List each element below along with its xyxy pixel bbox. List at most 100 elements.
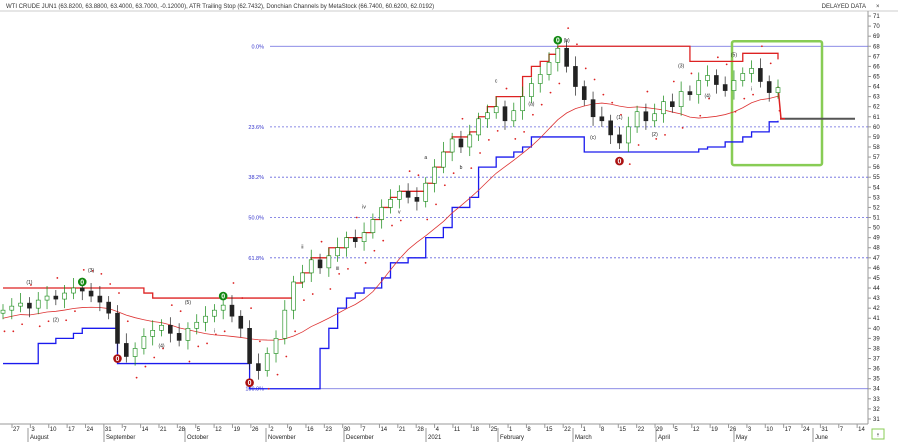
candle-body — [573, 66, 578, 87]
y-tick-label: 55 — [873, 175, 880, 181]
x-tick-label: 25 — [491, 427, 498, 433]
chart-root: WTI CRUDE JUN1 (63.8200, 63.8800, 63.400… — [0, 0, 898, 442]
month-label: June — [815, 435, 829, 441]
atr-stop-dot — [82, 268, 85, 271]
atr-stop-dot — [188, 360, 191, 363]
atr-stop-dot — [399, 219, 402, 222]
candle-body — [432, 166, 437, 184]
atr-stop-dot — [294, 330, 297, 333]
candle-body — [203, 315, 208, 323]
y-tick-label: 65 — [873, 74, 880, 80]
wave-count-label: i — [751, 87, 752, 93]
zero-marker-label: 0 — [618, 159, 622, 166]
atr-stop-dot — [760, 45, 763, 48]
atr-stop-dot — [540, 103, 543, 106]
atr-stop-dot — [206, 342, 208, 345]
atr-stop-dot — [752, 93, 754, 96]
candle-body — [775, 87, 781, 93]
wave-count-label: (a) — [528, 102, 534, 108]
y-tick-label: 69 — [873, 34, 880, 40]
y-tick-label: 60 — [873, 125, 880, 131]
wave-count-label: (1) — [616, 115, 622, 121]
candle-body — [634, 111, 640, 128]
candle-body — [564, 47, 569, 67]
wave-count-label: ii — [301, 245, 303, 251]
x-tick-label: 14 — [858, 427, 865, 433]
wave-count-label: (5) — [731, 52, 737, 58]
atr-stop-dot — [496, 129, 499, 132]
x-tick-label: 26 — [730, 427, 737, 433]
candle-body — [581, 86, 587, 100]
atr-stop-dot — [655, 138, 658, 140]
atr-stop-dot — [435, 203, 437, 206]
atr-stop-dot — [725, 63, 728, 66]
price-chart[interactable]: WTI CRUDE JUN1 (63.8200, 63.8800, 63.400… — [0, 0, 898, 442]
wave-count-label: (c) — [590, 135, 596, 141]
atr-stop-dot — [38, 325, 41, 328]
atr-stop-dot — [258, 340, 261, 343]
y-tick-label: 57 — [873, 155, 880, 161]
candle-body — [493, 106, 499, 114]
y-tick-label: 67 — [873, 54, 880, 60]
chart-legend-text: WTI CRUDE JUN1 (63.8200, 63.8800, 63.400… — [6, 4, 434, 10]
candle-body — [361, 232, 367, 242]
x-tick-label: 17 — [785, 427, 792, 433]
x-tick-label: 19 — [711, 427, 718, 433]
x-tick-label: 19 — [233, 427, 240, 433]
y-tick-label: 64 — [873, 85, 880, 91]
atr-stop-dot — [646, 90, 649, 93]
atr-stop-dot — [3, 330, 6, 333]
y-tick-label: 38 — [873, 346, 880, 352]
y-tick-label: 46 — [873, 266, 880, 272]
fib-level-label: 0.0% — [251, 44, 264, 50]
x-tick-label: 28 — [417, 427, 424, 433]
candle-body — [97, 295, 103, 303]
candle-body — [678, 91, 684, 107]
atr-stop-dot — [118, 292, 120, 294]
atr-stop-dot — [56, 277, 59, 279]
fib-level-label: 38.2% — [248, 175, 264, 181]
candle-body — [696, 80, 702, 95]
x-tick-label: 23 — [325, 427, 332, 433]
candle-body — [502, 106, 508, 122]
x-tick-label: 18 — [472, 427, 479, 433]
delayed-data-label: DELAYED DATA — [822, 4, 866, 10]
x-tick-label: 15 — [546, 427, 553, 433]
x-tick-label: 26 — [252, 427, 259, 433]
wave-count-label: b — [460, 165, 463, 171]
candle-body — [317, 259, 323, 269]
month-label: December — [346, 435, 374, 441]
month-label: August — [30, 435, 49, 441]
y-tick-label: 50 — [873, 226, 880, 232]
zero-marker-label: 0 — [556, 38, 560, 45]
y-tick-label: 34 — [873, 387, 880, 393]
candle-body — [766, 81, 772, 93]
atr-stop-dot — [567, 27, 570, 30]
atr-stop-dot — [214, 333, 217, 336]
candle-body — [53, 295, 59, 300]
y-tick-label: 70 — [873, 24, 880, 30]
atr-stop-dot — [743, 97, 746, 100]
x-tick-label: 31 — [105, 427, 112, 433]
month-label: February — [500, 435, 524, 441]
candle-body — [740, 73, 746, 81]
x-tick-label: 12 — [693, 427, 700, 433]
atr-stop-dot — [734, 110, 737, 113]
candle-body — [273, 338, 279, 354]
candle-body — [282, 309, 288, 339]
y-tick-label: 43 — [873, 296, 880, 302]
y-tick-label: 35 — [873, 377, 880, 383]
atr-stop-dot — [408, 170, 411, 173]
atr-stop-dot — [267, 387, 270, 390]
x-tick-label: 29 — [656, 427, 663, 433]
candle-body — [62, 292, 67, 300]
atr-stop-dot — [778, 109, 781, 112]
wave-count-label: (4) — [704, 94, 710, 100]
y-tick-label: 32 — [873, 407, 880, 413]
x-tick-label: 22 — [638, 427, 645, 433]
close-icon[interactable]: × — [876, 4, 880, 10]
x-tick-label: 31 — [821, 427, 828, 433]
atr-stop-dot — [681, 126, 684, 129]
atr-stop-dot — [338, 273, 341, 275]
candle-body — [546, 62, 552, 75]
